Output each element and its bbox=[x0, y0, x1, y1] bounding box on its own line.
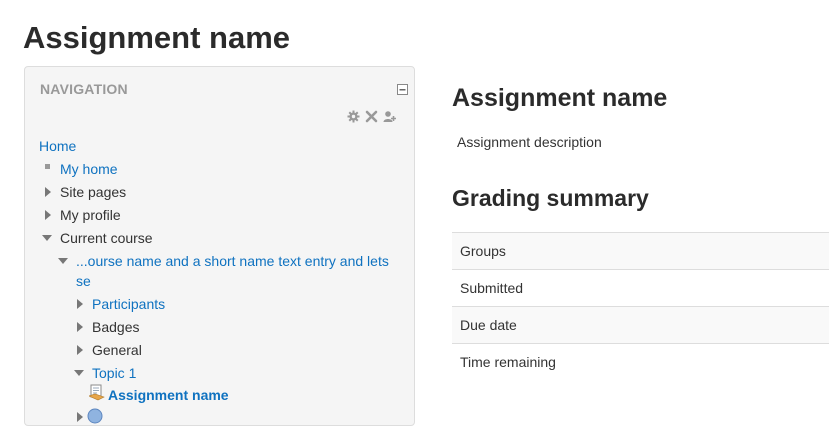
nav-item-label[interactable]: Home bbox=[39, 138, 76, 154]
nav-item-label[interactable]: Site pages bbox=[60, 184, 126, 200]
table-row: Groups bbox=[452, 232, 829, 270]
nav-item-my-home[interactable]: My home bbox=[39, 160, 118, 178]
nav-item-label-continued[interactable]: se bbox=[76, 273, 91, 289]
grading-summary-table: Groups Submitted Due date Time remaining bbox=[452, 232, 829, 380]
nav-item-label[interactable]: ...ourse name and a short name text entr… bbox=[76, 253, 389, 269]
close-icon[interactable] bbox=[365, 110, 378, 123]
nav-item-label[interactable]: Current course bbox=[60, 230, 153, 246]
gear-icon[interactable] bbox=[347, 110, 360, 123]
page-title: Assignment name bbox=[23, 20, 291, 55]
nav-item-label[interactable]: My home bbox=[60, 161, 118, 177]
nav-item-topic-1[interactable]: Topic 1 bbox=[39, 364, 136, 382]
expand-icon[interactable] bbox=[45, 187, 51, 197]
nav-item-label[interactable]: Participants bbox=[92, 296, 165, 312]
nav-item-site-pages[interactable]: Site pages bbox=[39, 183, 126, 201]
expand-icon[interactable] bbox=[45, 210, 51, 220]
navigation-block-header: NAVIGATION bbox=[40, 81, 128, 97]
quiz-icon bbox=[87, 408, 103, 428]
nav-item-label[interactable]: My profile bbox=[60, 207, 121, 223]
nav-item-general[interactable]: General bbox=[39, 341, 142, 359]
table-cell-label: Groups bbox=[452, 232, 829, 270]
navigation-block: NAVIGATION Home My home Site pages My pr… bbox=[24, 66, 415, 426]
expand-icon[interactable] bbox=[77, 299, 83, 309]
table-row: Time remaining bbox=[452, 343, 829, 380]
nav-item-participants[interactable]: Participants bbox=[39, 295, 165, 313]
table-cell-label: Due date bbox=[452, 306, 829, 344]
nav-item-badges[interactable]: Badges bbox=[39, 318, 139, 336]
expand-icon[interactable] bbox=[77, 412, 83, 422]
grading-summary-heading: Grading summary bbox=[452, 185, 649, 211]
nav-item-label[interactable]: Badges bbox=[92, 319, 139, 335]
bullet-icon bbox=[45, 164, 50, 169]
nav-item-label[interactable]: General bbox=[92, 342, 142, 358]
assignment-heading: Assignment name bbox=[452, 84, 668, 112]
collapse-tree-icon[interactable] bbox=[42, 235, 52, 241]
nav-item-assignment[interactable]: Assignment name bbox=[39, 384, 229, 405]
expand-icon[interactable] bbox=[77, 345, 83, 355]
table-cell-label: Submitted bbox=[452, 269, 829, 307]
assignment-icon bbox=[88, 384, 105, 405]
nav-item-current-course[interactable]: Current course bbox=[39, 229, 153, 247]
collapse-tree-icon[interactable] bbox=[74, 370, 84, 376]
assignment-description: Assignment description bbox=[457, 134, 602, 150]
nav-item-home[interactable]: Home bbox=[39, 137, 76, 155]
nav-item-course[interactable]: ...ourse name and a short name text entr… bbox=[39, 252, 389, 270]
table-row: Submitted bbox=[452, 269, 829, 307]
block-actions bbox=[347, 110, 396, 123]
collapse-icon[interactable] bbox=[397, 82, 408, 95]
table-cell-label: Time remaining bbox=[452, 343, 829, 380]
table-row: Due date bbox=[452, 306, 829, 344]
add-user-icon[interactable] bbox=[383, 110, 396, 123]
nav-item-label[interactable]: Topic 1 bbox=[92, 365, 136, 381]
expand-icon[interactable] bbox=[77, 322, 83, 332]
nav-item-course-wrap[interactable]: se bbox=[76, 272, 91, 290]
nav-item-my-profile[interactable]: My profile bbox=[39, 206, 121, 224]
collapse-tree-icon[interactable] bbox=[58, 258, 68, 264]
nav-item-label[interactable]: Assignment name bbox=[108, 387, 229, 403]
